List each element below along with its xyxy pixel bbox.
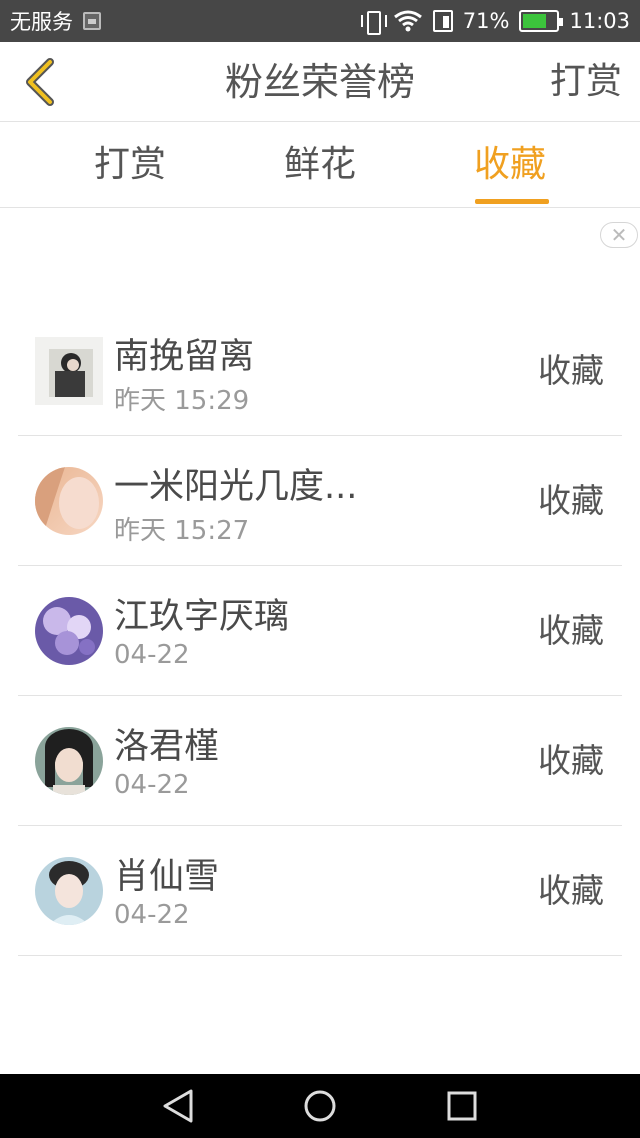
tab-favorites[interactable]: 收藏 xyxy=(440,122,580,208)
status-left: 无服务 xyxy=(10,0,101,42)
fan-time: 昨天 15:27 xyxy=(114,516,250,546)
list-item[interactable]: 洛君槿 04-22 收藏 xyxy=(18,696,622,826)
clock: 11:03 xyxy=(569,9,630,33)
header: 粉丝荣誉榜 打赏 xyxy=(0,42,640,122)
tip-button[interactable]: 打赏 xyxy=(550,42,622,122)
fan-time: 04-22 xyxy=(114,900,190,930)
ad-close-button[interactable]: ✕ xyxy=(600,222,638,248)
tab-flowers[interactable]: 鲜花 xyxy=(250,122,390,208)
fan-name: 洛君槿 xyxy=(114,727,220,767)
tab-label: 打赏 xyxy=(93,144,166,185)
system-nav-bar xyxy=(0,1074,640,1138)
recents-icon xyxy=(447,1091,477,1121)
avatar xyxy=(35,337,103,405)
back-icon xyxy=(163,1089,193,1123)
favorite-label: 收藏 xyxy=(538,481,604,520)
favorite-label: 收藏 xyxy=(538,351,604,390)
sim-icon xyxy=(83,12,101,30)
fan-name: 肖仙雪 xyxy=(114,857,220,897)
wifi-icon xyxy=(393,10,422,32)
tab-tip[interactable]: 打赏 xyxy=(60,122,200,208)
list-item[interactable]: 一米阳光几度... 昨天 15:27 收藏 xyxy=(18,436,622,566)
fan-name: 南挽留离 xyxy=(114,337,255,377)
status-bar: 无服务 71% 11:03 xyxy=(0,0,640,42)
list-item[interactable]: 南挽留离 昨天 15:29 收藏 xyxy=(18,306,622,436)
favorite-label: 收藏 xyxy=(538,871,604,910)
fan-name: 一米阳光几度... xyxy=(114,467,358,507)
list-item[interactable]: 肖仙雪 04-22 收藏 xyxy=(18,826,622,956)
battery-fill xyxy=(523,14,547,28)
nav-back-button[interactable] xyxy=(158,1086,198,1126)
battery-percent: 71% xyxy=(462,9,510,33)
favorite-label: 收藏 xyxy=(538,611,604,650)
fan-list: 南挽留离 昨天 15:29 收藏 一米阳光几度... 昨天 15:27 收藏 江… xyxy=(18,306,622,956)
avatar xyxy=(35,727,103,795)
avatar xyxy=(35,857,103,925)
chevron-left-icon xyxy=(26,58,54,106)
carrier-text: 无服务 xyxy=(10,10,73,34)
nav-home-button[interactable] xyxy=(300,1086,340,1126)
vibrate-icon xyxy=(360,9,387,35)
fan-time: 04-22 xyxy=(114,640,190,670)
tab-bar: 打赏 鲜花 收藏 xyxy=(0,122,640,208)
sim-card-icon xyxy=(432,10,453,32)
list-item[interactable]: 江玖字厌璃 04-22 收藏 xyxy=(18,566,622,696)
back-button[interactable] xyxy=(12,54,68,110)
home-icon xyxy=(304,1090,336,1122)
status-right: 71% 11:03 xyxy=(360,0,630,42)
fan-time: 04-22 xyxy=(114,770,190,800)
tab-label: 鲜花 xyxy=(283,144,356,185)
fan-name: 江玖字厌璃 xyxy=(114,597,290,637)
nav-recents-button[interactable] xyxy=(442,1086,482,1126)
active-tab-indicator xyxy=(475,199,549,204)
avatar xyxy=(35,597,103,665)
fan-time: 昨天 15:29 xyxy=(114,386,250,416)
avatar xyxy=(35,467,103,535)
close-icon: ✕ xyxy=(610,223,628,247)
tab-label: 收藏 xyxy=(473,144,546,185)
favorite-label: 收藏 xyxy=(538,741,604,780)
battery-icon xyxy=(519,10,564,32)
page-title: 粉丝荣誉榜 xyxy=(224,60,415,104)
